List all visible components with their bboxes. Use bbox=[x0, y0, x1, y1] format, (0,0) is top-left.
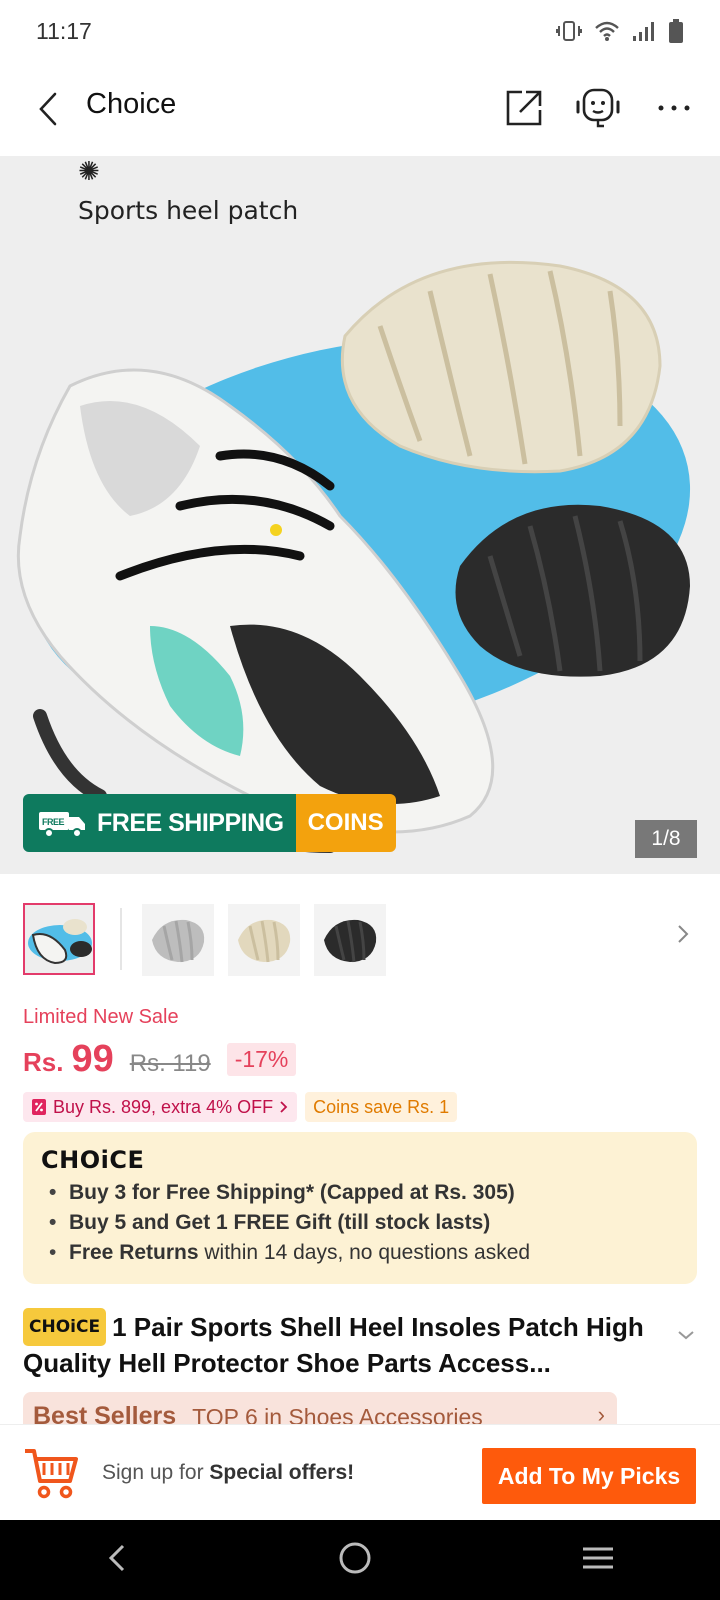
product-image-carousel[interactable]: ✺ Sports heel patch FREE FREE SHIPPING C… bbox=[0, 156, 720, 874]
promo-row: Buy Rs. 899, extra 4% OFF Coins save Rs.… bbox=[23, 1092, 458, 1122]
chevron-right-icon bbox=[678, 925, 689, 943]
status-time: 11:17 bbox=[36, 17, 92, 44]
choice-benefits-list: Buy 3 for Free Shipping* (Capped at Rs. … bbox=[41, 1178, 679, 1268]
benefit-free-returns: Free Returns within 14 days, no question… bbox=[41, 1238, 679, 1268]
price-currency: Rs. bbox=[23, 1047, 64, 1077]
wifi-icon bbox=[595, 21, 619, 41]
free-returns-bold: Free Returns bbox=[69, 1241, 199, 1264]
hero-caption: Sports heel patch bbox=[78, 196, 299, 225]
best-sellers-banner[interactable]: Best Sellers TOP 6 in Shoes Accessories … bbox=[23, 1392, 617, 1424]
bulk-discount-text: Buy Rs. 899, extra 4% OFF bbox=[53, 1096, 274, 1117]
choice-benefits-box: CHOiCE Buy 3 for Free Shipping* (Capped … bbox=[23, 1132, 697, 1284]
thumbnail-1[interactable] bbox=[23, 903, 95, 975]
free-returns-detail: within 14 days, no questions asked bbox=[198, 1241, 531, 1264]
app-bar: Choice bbox=[0, 62, 720, 156]
chevron-right-icon: › bbox=[597, 1402, 605, 1424]
signup-prompt[interactable]: Sign up for Special offers! bbox=[102, 1461, 354, 1485]
bulk-discount-chip[interactable]: Buy Rs. 899, extra 4% OFF bbox=[23, 1092, 298, 1122]
back-icon bbox=[108, 1544, 124, 1571]
vibrate-icon bbox=[556, 21, 582, 41]
free-shipping-banner: FREE FREE SHIPPING COINS bbox=[23, 794, 396, 852]
thumbnail-black[interactable] bbox=[314, 904, 386, 976]
coins-label: COINS bbox=[295, 794, 396, 852]
price-row: Rs. 99 Rs. 119 -17% bbox=[23, 1038, 297, 1081]
status-bar: 11:17 bbox=[0, 0, 720, 62]
discount-badge: -17% bbox=[226, 1043, 297, 1076]
best-sellers-title: Best Sellers bbox=[33, 1402, 177, 1424]
thumbnail-image bbox=[314, 904, 386, 976]
battery-icon bbox=[669, 19, 683, 43]
customer-service-button[interactable] bbox=[572, 82, 624, 134]
back-button[interactable] bbox=[28, 84, 68, 134]
cart-button[interactable] bbox=[22, 1445, 80, 1501]
chevron-down-icon bbox=[678, 1331, 694, 1340]
more-horizontal-icon bbox=[658, 105, 690, 111]
system-nav-bar bbox=[0, 1520, 720, 1600]
nav-home-button[interactable] bbox=[338, 1541, 372, 1580]
thumbnail-image bbox=[25, 905, 93, 973]
signup-prefix: Sign up for bbox=[102, 1461, 210, 1484]
choice-logo: CHOiCE bbox=[41, 1146, 145, 1174]
nav-back-button[interactable] bbox=[105, 1542, 129, 1579]
share-icon bbox=[506, 90, 542, 126]
thumbnail-divider bbox=[120, 908, 122, 970]
product-title: CHOiCE 1 Pair Sports Shell Heel Insoles P… bbox=[23, 1308, 673, 1380]
coupon-icon bbox=[32, 1099, 46, 1115]
thumbnails-next-button[interactable] bbox=[676, 922, 690, 951]
free-shipping-section: FREE FREE SHIPPING bbox=[23, 794, 296, 852]
free-shipping-label: FREE SHIPPING bbox=[97, 808, 284, 837]
best-sellers-rank: TOP 6 in Shoes Accessories bbox=[192, 1404, 483, 1424]
expand-title-button[interactable] bbox=[676, 1328, 696, 1346]
page-title: Choice bbox=[86, 88, 177, 120]
original-price: Rs. 119 bbox=[129, 1050, 211, 1077]
thumbnail-gray[interactable] bbox=[142, 904, 214, 976]
chevron-left-icon bbox=[39, 92, 57, 126]
burst-icon: ✺ bbox=[78, 156, 100, 186]
choice-badge: CHOiCE bbox=[23, 1308, 107, 1346]
thumbnail-strip bbox=[0, 900, 720, 980]
thumbnail-image bbox=[142, 904, 214, 976]
more-options-button[interactable] bbox=[648, 82, 700, 134]
current-price: 99 bbox=[71, 1038, 114, 1080]
status-icons bbox=[556, 19, 684, 43]
benefit-free-shipping: Buy 3 for Free Shipping* (Capped at Rs. … bbox=[41, 1178, 679, 1208]
nav-recents-button[interactable] bbox=[581, 1545, 615, 1576]
signal-icon bbox=[633, 22, 654, 41]
benefit-free-gift: Buy 5 and Get 1 FREE Gift (till stock la… bbox=[41, 1208, 679, 1238]
menu-icon bbox=[583, 1547, 614, 1568]
image-counter: 1/8 bbox=[635, 820, 697, 858]
product-photo bbox=[16, 260, 691, 853]
support-agent-icon bbox=[576, 88, 620, 128]
signup-bold: Special offers! bbox=[209, 1461, 355, 1484]
cart-icon bbox=[25, 1449, 78, 1499]
share-button[interactable] bbox=[498, 82, 550, 134]
chevron-right-icon bbox=[280, 1101, 288, 1113]
sale-label: Limited New Sale bbox=[23, 1006, 179, 1028]
thumbnail-beige[interactable] bbox=[228, 904, 300, 976]
bottom-action-bar: Sign up for Special offers! Add To My Pi… bbox=[0, 1424, 720, 1520]
add-to-picks-button[interactable]: Add To My Picks bbox=[482, 1448, 696, 1504]
free-tag: FREE bbox=[42, 817, 65, 827]
delivery-truck-icon: FREE bbox=[39, 812, 85, 838]
home-icon bbox=[339, 1542, 371, 1573]
thumbnail-image bbox=[228, 904, 300, 976]
coins-save-chip: Coins save Rs. 1 bbox=[305, 1092, 458, 1122]
product-title-text: 1 Pair Sports Shell Heel Insoles Patch H… bbox=[23, 1312, 644, 1378]
